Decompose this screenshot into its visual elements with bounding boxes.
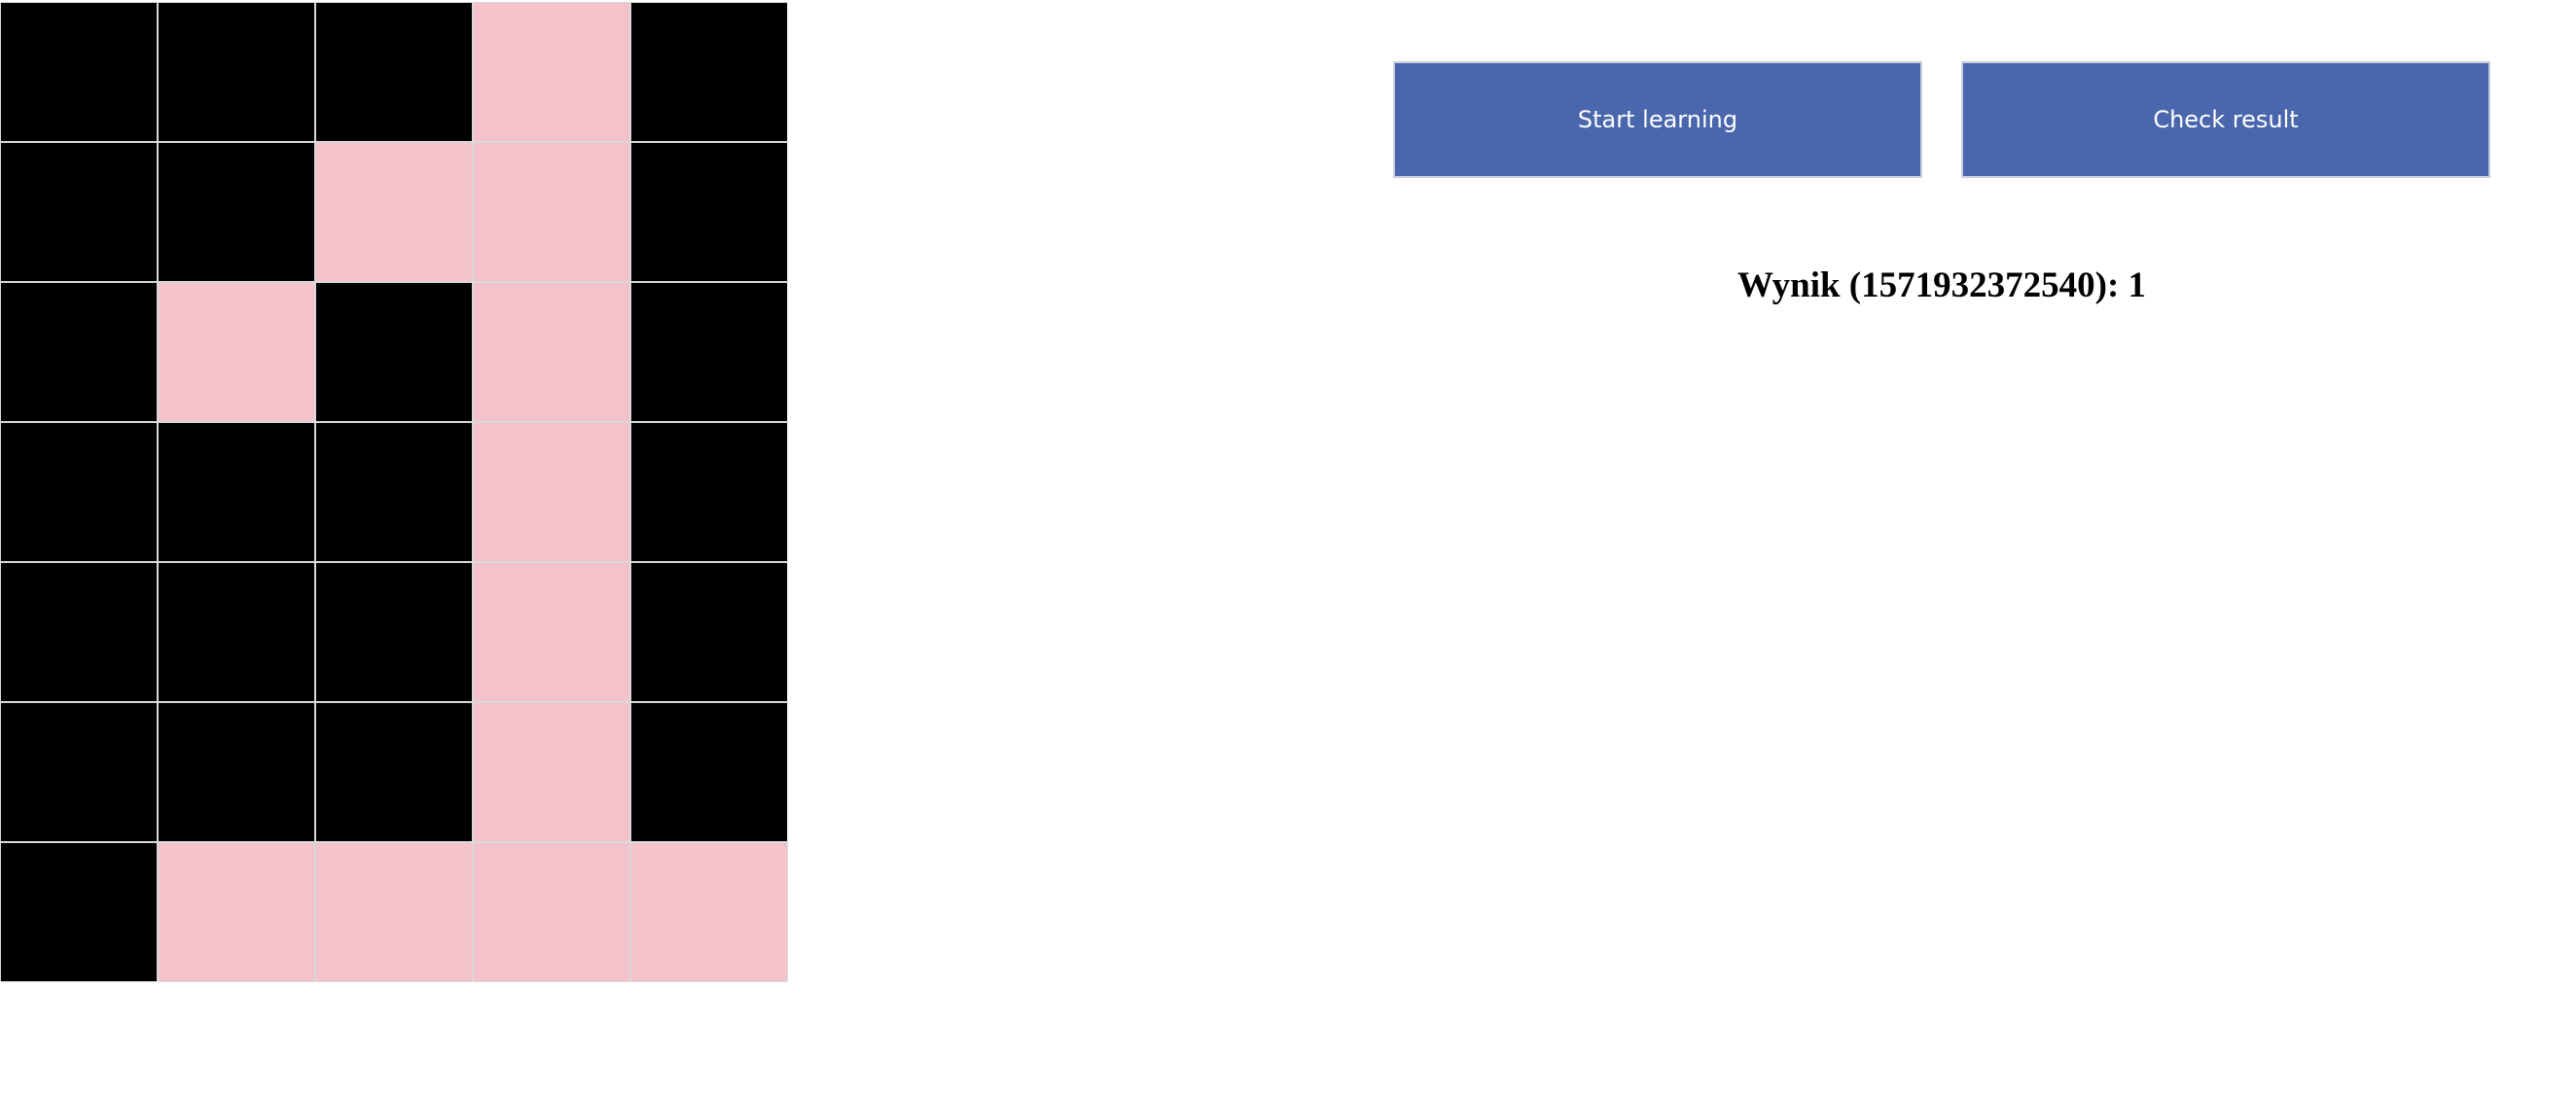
grid-cell[interactable]	[474, 563, 629, 701]
grid-cell[interactable]	[159, 283, 314, 421]
grid-cell[interactable]	[159, 703, 314, 841]
grid-cell[interactable]	[474, 3, 629, 141]
grid-cell[interactable]	[316, 703, 472, 841]
grid-cell[interactable]	[159, 563, 314, 701]
grid-cell[interactable]	[631, 703, 787, 841]
grid-cell[interactable]	[1, 143, 157, 281]
grid-cell[interactable]	[631, 563, 787, 701]
pixel-grid	[0, 2, 788, 982]
grid-cell[interactable]	[474, 143, 629, 281]
grid-cell[interactable]	[474, 703, 629, 841]
grid-cell[interactable]	[1, 703, 157, 841]
check-result-button[interactable]: Check result	[1961, 61, 2490, 178]
result-heading: Wynik (1571932372540): 1	[1736, 265, 2147, 305]
grid-cell[interactable]	[316, 3, 472, 141]
grid-cell[interactable]	[631, 843, 787, 981]
grid-cell[interactable]	[159, 423, 314, 561]
grid-cell[interactable]	[159, 143, 314, 281]
grid-cell[interactable]	[316, 843, 472, 981]
grid-cell[interactable]	[631, 3, 787, 141]
grid-cell[interactable]	[631, 423, 787, 561]
grid-cell[interactable]	[1, 283, 157, 421]
grid-cell[interactable]	[631, 283, 787, 421]
grid-cell[interactable]	[316, 423, 472, 561]
grid-cell[interactable]	[474, 843, 629, 981]
grid-cell[interactable]	[1, 563, 157, 701]
grid-cell[interactable]	[159, 843, 314, 981]
grid-cell[interactable]	[474, 283, 629, 421]
grid-cell[interactable]	[1, 3, 157, 141]
grid-cell[interactable]	[159, 3, 314, 141]
grid-cell[interactable]	[316, 143, 472, 281]
grid-cell[interactable]	[316, 563, 472, 701]
grid-cell[interactable]	[474, 423, 629, 561]
start-learning-button[interactable]: Start learning	[1393, 61, 1922, 178]
grid-cell[interactable]	[1, 423, 157, 561]
grid-cell[interactable]	[316, 283, 472, 421]
grid-cell[interactable]	[1, 843, 157, 981]
grid-cell[interactable]	[631, 143, 787, 281]
